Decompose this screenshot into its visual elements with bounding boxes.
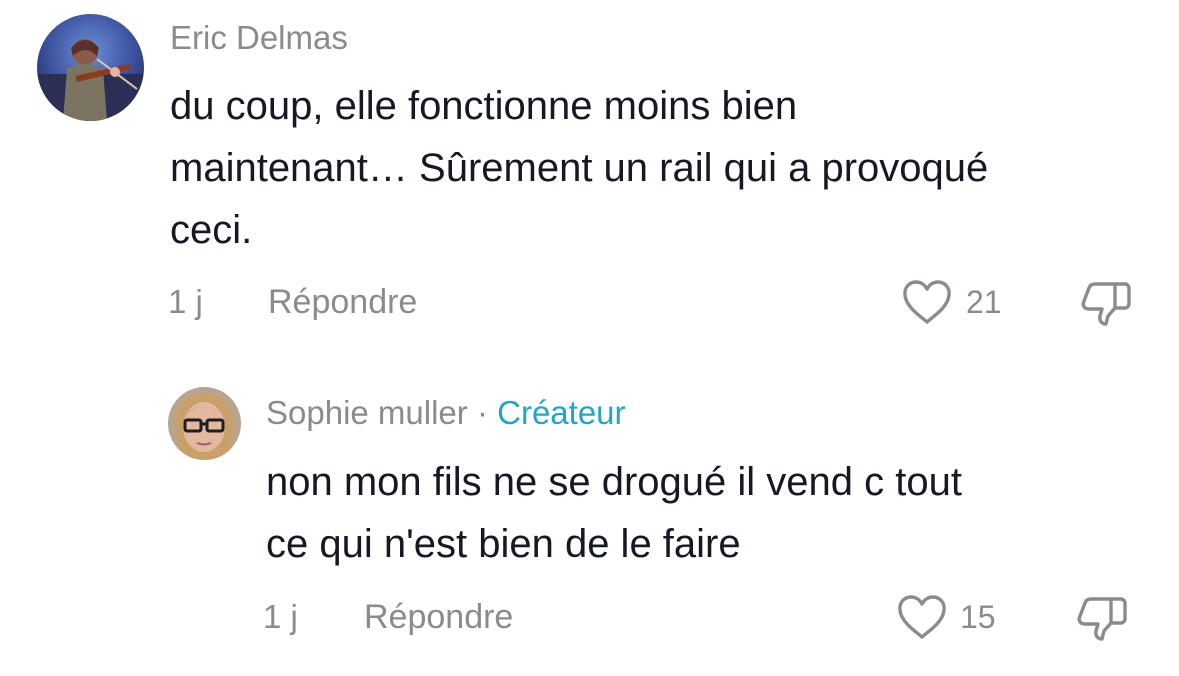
comment-text: du coup, elle fonctionne moins bien main… xyxy=(170,75,988,261)
comment-timestamp: 1 j xyxy=(263,598,298,635)
like-button[interactable] xyxy=(901,278,953,326)
avatar-image xyxy=(37,14,144,121)
like-button[interactable] xyxy=(896,593,948,641)
thumbs-down-outline-icon xyxy=(1077,597,1127,641)
like-count: 21 xyxy=(966,284,1002,320)
comment-timestamp: 1 j xyxy=(168,283,203,320)
dislike-button[interactable] xyxy=(1078,276,1134,328)
thumbs-down-outline-icon xyxy=(1081,282,1131,326)
like-count: 15 xyxy=(960,599,996,635)
reply-button[interactable]: Répondre xyxy=(268,285,417,319)
avatar[interactable] xyxy=(37,14,144,121)
avatar-image xyxy=(168,387,241,460)
reply-button[interactable]: Répondre xyxy=(364,600,513,634)
comment-text-line: ceci. xyxy=(170,208,253,252)
comment-author[interactable]: Sophie muller · Créateur xyxy=(266,396,626,429)
comment-text-line: maintenant… Sûrement un rail qui a provo… xyxy=(170,146,989,190)
heart-outline-icon xyxy=(898,595,946,639)
comment-text-line: non mon fils ne se drogué il vend c tout xyxy=(266,460,962,504)
heart-outline-icon xyxy=(903,280,951,324)
comment-text: non mon fils ne se drogué il vend c tout… xyxy=(266,451,962,575)
dislike-button[interactable] xyxy=(1074,591,1130,643)
comment-text-line: du coup, elle fonctionne moins bien xyxy=(170,84,798,128)
author-name[interactable]: Sophie muller xyxy=(266,394,468,431)
separator-dot: · xyxy=(476,394,488,431)
comment-text-line: ce qui n'est bien de le faire xyxy=(266,522,741,566)
comment-author[interactable]: Eric Delmas xyxy=(170,21,348,54)
avatar[interactable] xyxy=(168,387,241,460)
creator-badge: Créateur xyxy=(497,394,626,431)
